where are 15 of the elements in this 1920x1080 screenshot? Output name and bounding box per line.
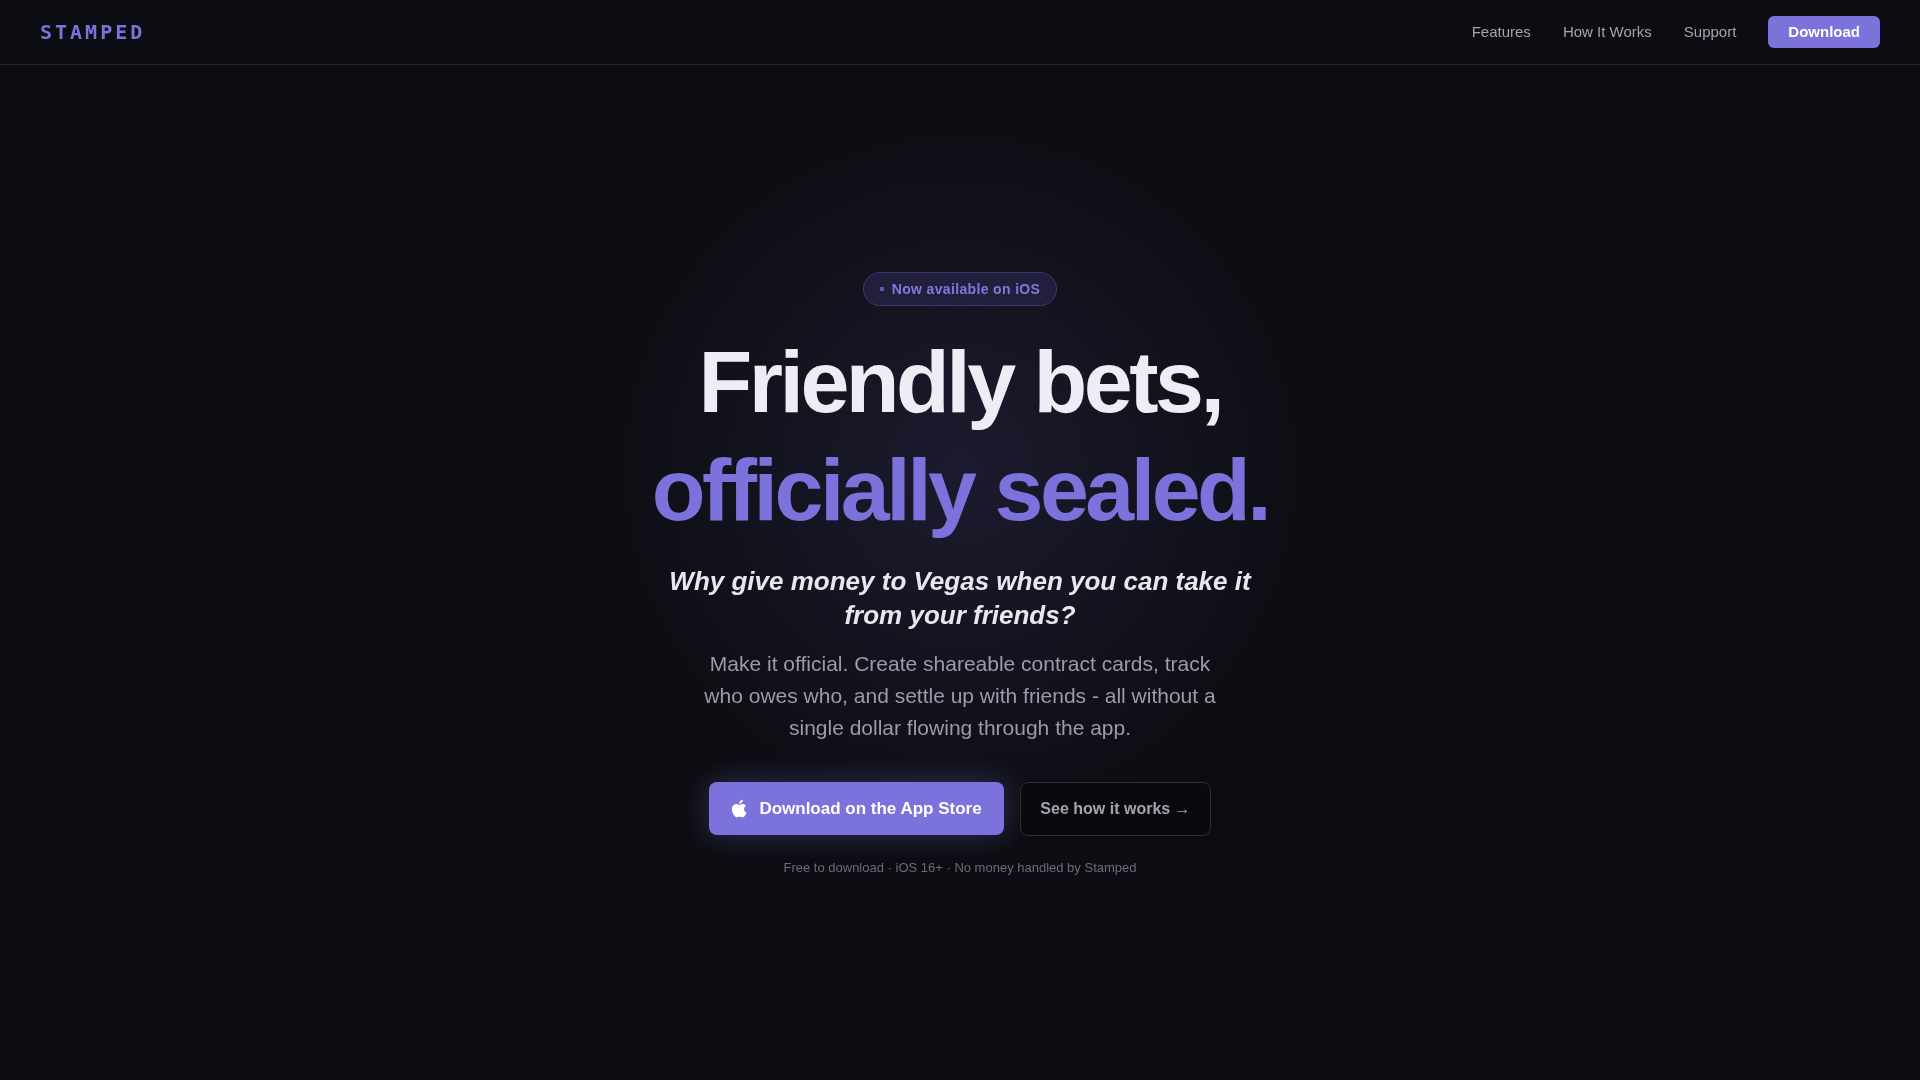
how-it-works-button[interactable]: See how it works →	[1020, 782, 1211, 836]
description: Make it official. Create shareable contract cards, track who owes who, and settle up with friends - all without a single dollar flowing through the app.	[703, 651, 1217, 741]
headline: officially sealed.	[651, 439, 1269, 541]
tagline: Why give money to Vegas when you can take it from your friends?	[668, 565, 1253, 632]
logo[interactable]: STAMPED	[40, 17, 146, 47]
button-label: Download on the App Store	[759, 797, 982, 820]
badge-text: Now available on iOS	[891, 279, 1041, 299]
app-store-button[interactable]: Download on the App Store	[709, 782, 1004, 835]
apple-icon	[731, 799, 748, 818]
headline: Friendly bets,	[698, 331, 1222, 433]
download-button[interactable]: Download	[1768, 16, 1880, 48]
nav-link[interactable]: Features	[1471, 20, 1531, 44]
nav-link[interactable]: How It Works	[1562, 20, 1652, 44]
footnote: Free to download · iOS 16+ · No money handled by Stamped	[783, 859, 1137, 877]
nav-link[interactable]: Support	[1683, 20, 1737, 44]
